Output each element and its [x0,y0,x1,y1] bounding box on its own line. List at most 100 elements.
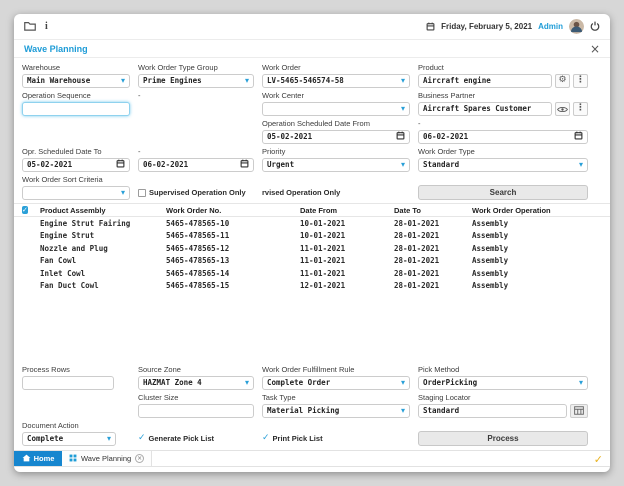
tab-home[interactable]: Home [14,451,62,466]
cell-date-from: 11-01-2021 [300,268,346,278]
chevron-down-icon: ▾ [578,159,583,169]
cell-date-from: 11-01-2021 [300,243,346,253]
cluster-size-label: Cluster Size [138,393,179,402]
table-row[interactable]: Nozzle and Plug 5465-478565-12 11-01-202… [14,242,610,255]
warehouse-select[interactable]: Main Warehouse ▾ [22,73,130,88]
document-action-select[interactable]: Complete ▾ [22,431,116,446]
work-center-select[interactable]: ▾ [262,101,410,116]
table-row[interactable]: Inlet Cowl 5465-478565-14 11-01-2021 28-… [14,267,610,280]
operation-scheduled-date-to-field[interactable]: 06-02-2021 [418,129,588,144]
info-icon[interactable]: i [45,21,48,32]
checkbox-icon [138,188,146,197]
priority-label: Priority [262,147,286,156]
header-product-assembly[interactable]: Product Assembly [40,206,166,215]
top-bar: i Friday, February 5, 2021 Admin [14,14,610,40]
work-order-select[interactable]: LV-5465-546574-58 ▾ [262,73,410,88]
cell-work-order-no: 5465-478565-12 [166,243,230,253]
business-partner-view-button[interactable] [555,101,570,116]
business-partner-field[interactable]: Aircraft Spares Customer [418,101,552,116]
header-date-to[interactable]: Date To [394,206,472,215]
table-row[interactable]: Engine Strut Fairing 5465-478565-10 10-0… [14,217,610,230]
work-order-type-group-label: Work Order Type Group [138,63,218,72]
cell-work-order-operation: Assembly [472,243,509,253]
cell-date-from: 12-01-2021 [300,281,346,291]
folder-icon[interactable] [24,18,36,36]
cell-date-from: 10-01-2021 [300,218,346,228]
opr-scheduled-date-to-start-field[interactable]: 05-02-2021 [22,157,130,172]
warehouse-value: Main Warehouse [27,76,91,85]
warehouse-label: Warehouse [22,63,61,72]
source-zone-select[interactable]: HAZMAT Zone 4 ▾ [138,375,254,390]
product-lookup-button[interactable]: ⚙ [555,73,570,88]
task-type-select[interactable]: Material Picking ▾ [262,403,410,418]
tab-wave-planning[interactable]: Wave Planning × [62,451,153,466]
tab-close-icon[interactable]: × [135,454,145,463]
fulfillment-rule-select[interactable]: Complete Order ▾ [262,375,410,390]
staging-locator-label: Staging Locator [418,393,471,402]
pick-method-select[interactable]: OrderPicking ▾ [418,375,588,390]
cell-date-to: 28-01-2021 [394,268,440,278]
work-order-type-group-select[interactable]: Prime Engines ▾ [138,73,254,88]
work-order-value: LV-5465-546574-58 [267,76,344,85]
work-order-sort-criteria-select[interactable]: ▾ [22,185,130,200]
cell-work-order-operation: Assembly [472,256,509,266]
business-partner-value: Aircraft Spares Customer [423,104,532,113]
work-order-type-label: Work Order Type [418,147,475,156]
header-work-order-operation[interactable]: Work Order Operation [472,206,602,215]
close-icon[interactable]: × [590,43,600,55]
calendar-icon [426,18,435,36]
calendar-icon[interactable] [574,131,583,142]
calendar-icon[interactable] [396,131,405,142]
opr-scheduled-date-to-label: Opr. Scheduled Date To [22,147,102,156]
chevron-down-icon: ▾ [400,405,405,415]
cell-date-from: 10-01-2021 [300,231,346,241]
calendar-icon[interactable] [240,159,249,170]
staging-locator-lookup-button[interactable] [570,403,588,418]
generate-pick-list-label: Generate Pick List [148,434,214,443]
cell-date-to: 28-01-2021 [394,243,440,253]
cell-date-from: 11-01-2021 [300,256,346,266]
opr-scheduled-date-to-start-value: 05-02-2021 [27,160,73,169]
generate-pick-list-checkbox[interactable]: ✓ Generate Pick List [138,434,254,444]
process-button[interactable]: Process [418,431,588,446]
power-icon[interactable] [590,18,600,36]
product-field[interactable]: Aircraft engine [418,73,552,88]
calendar-icon[interactable] [116,159,125,170]
chevron-down-icon: ▾ [120,187,125,197]
print-pick-list-checkbox[interactable]: ✓ Print Pick List [262,434,410,444]
priority-value: Urgent [267,160,295,169]
select-all-checkbox[interactable]: ✓ [22,206,28,214]
corner-check-icon[interactable]: ✓ [594,453,603,466]
tab-home-label: Home [33,454,55,463]
operation-scheduled-date-from-field[interactable]: 05-02-2021 [262,129,410,144]
unsupervised-operation-only-checkbox[interactable]: rvised Operation Only [262,188,410,197]
chevron-down-icon: ▾ [400,377,405,387]
process-rows-input[interactable] [22,375,114,390]
top-bar-right: Friday, February 5, 2021 Admin [426,18,600,36]
business-partner-menu-button[interactable]: ⋮ [573,101,588,116]
results-table: ✓ Product Assembly Work Order No. Date F… [14,200,610,362]
table-header-row: ✓ Product Assembly Work Order No. Date F… [14,203,610,217]
supervised-operation-only-checkbox[interactable]: Supervised Operation Only [138,188,254,197]
search-button[interactable]: Search [418,185,588,200]
staging-locator-field[interactable]: Standard [418,403,567,418]
table-row[interactable]: Engine Strut 5465-478565-11 10-01-2021 2… [14,230,610,243]
product-menu-button[interactable]: ⋮ [573,73,588,88]
supervised-operation-only-label: Supervised Operation Only [149,188,246,197]
opr-scheduled-date-to-end-field[interactable]: 06-02-2021 [138,157,254,172]
header-date-from[interactable]: Date From [300,206,394,215]
table-row[interactable]: Fan Duct Cowl 5465-478565-15 12-01-2021 … [14,280,610,293]
cell-date-to: 28-01-2021 [394,256,440,266]
priority-select[interactable]: Urgent ▾ [262,157,410,172]
cell-work-order-operation: Assembly [472,231,509,241]
avatar[interactable] [569,19,584,34]
range-dash: - [138,91,141,100]
staging-locator-field-group: Standard [418,403,588,418]
header-work-order-no[interactable]: Work Order No. [166,206,300,215]
table-row[interactable]: Fan Cowl 5465-478565-13 11-01-2021 28-01… [14,255,610,268]
cluster-size-input[interactable] [138,403,254,418]
operation-sequence-input[interactable] [22,101,130,116]
work-order-type-select[interactable]: Standard ▾ [418,157,588,172]
user-name[interactable]: Admin [538,22,563,31]
window-title-bar: Wave Planning × [14,40,610,58]
